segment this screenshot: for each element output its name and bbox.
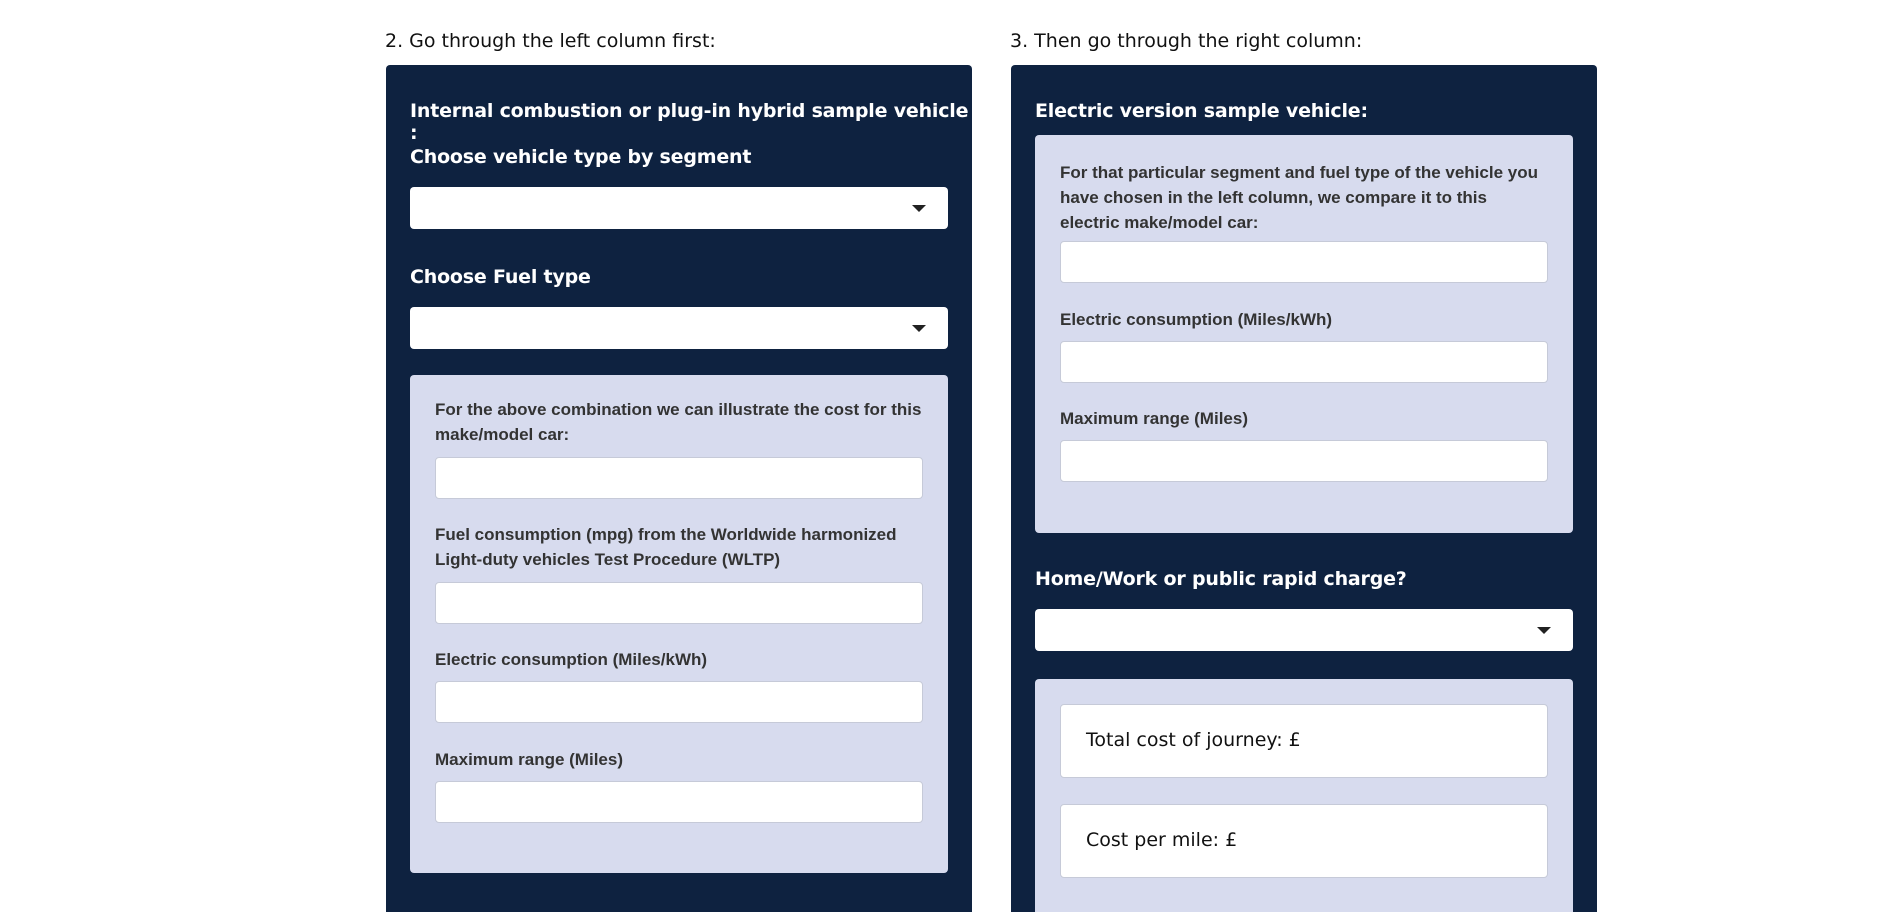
page: 2. Go through the left column first: Int…	[0, 0, 1898, 912]
caret-down-icon	[912, 325, 926, 332]
caret-down-icon	[912, 205, 926, 212]
charge-type-select[interactable]	[1035, 609, 1573, 651]
segment-select[interactable]	[410, 187, 948, 229]
fuel-type-label: Choose Fuel type	[410, 266, 591, 288]
ev-max-range-label: Maximum range (Miles)	[1060, 409, 1248, 428]
ice-details-well: For the above combination we can illustr…	[410, 375, 948, 873]
ice-model-label: For the above combination we can illustr…	[435, 400, 922, 444]
ev-model-label: For that particular segment and fuel typ…	[1060, 163, 1538, 232]
fuel-consumption-label: Fuel consumption (mpg) from the Worldwid…	[435, 525, 897, 569]
charge-type-label: Home/Work or public rapid charge?	[1035, 568, 1407, 590]
cost-per-mile-box: Cost per mile: £	[1060, 804, 1548, 878]
ice-max-range-field[interactable]	[435, 781, 923, 823]
fuel-consumption-field[interactable]	[435, 582, 923, 624]
total-cost-box: Total cost of journey: £	[1060, 704, 1548, 778]
ev-vehicle-panel: Electric version sample vehicle: For tha…	[1011, 65, 1597, 912]
ice-panel-title: Internal combustion or plug-in hybrid sa…	[410, 100, 969, 144]
ice-electric-consumption-field[interactable]	[435, 681, 923, 723]
cost-per-mile-text: Cost per mile: £	[1086, 829, 1238, 851]
ev-electric-consumption-label: Electric consumption (Miles/kWh)	[1060, 310, 1333, 329]
ev-details-well: For that particular segment and fuel typ…	[1035, 135, 1573, 533]
caret-down-icon	[1537, 627, 1551, 634]
ev-panel-title: Electric version sample vehicle:	[1035, 100, 1368, 122]
ev-model-field[interactable]	[1060, 241, 1548, 283]
fuel-type-select[interactable]	[410, 307, 948, 349]
ice-electric-consumption-label: Electric consumption (Miles/kWh)	[435, 650, 708, 669]
total-cost-text: Total cost of journey: £	[1086, 729, 1301, 751]
ev-electric-consumption-field[interactable]	[1060, 341, 1548, 383]
segment-label: Choose vehicle type by segment	[410, 146, 752, 168]
ice-max-range-label: Maximum range (Miles)	[435, 750, 623, 769]
ice-vehicle-panel: Internal combustion or plug-in hybrid sa…	[386, 65, 972, 912]
ev-max-range-field[interactable]	[1060, 440, 1548, 482]
left-step-heading: 2. Go through the left column first:	[385, 30, 716, 52]
ice-model-field[interactable]	[435, 457, 923, 499]
right-step-heading: 3. Then go through the right column:	[1010, 30, 1363, 52]
results-well: Total cost of journey: £ Cost per mile: …	[1035, 679, 1573, 912]
